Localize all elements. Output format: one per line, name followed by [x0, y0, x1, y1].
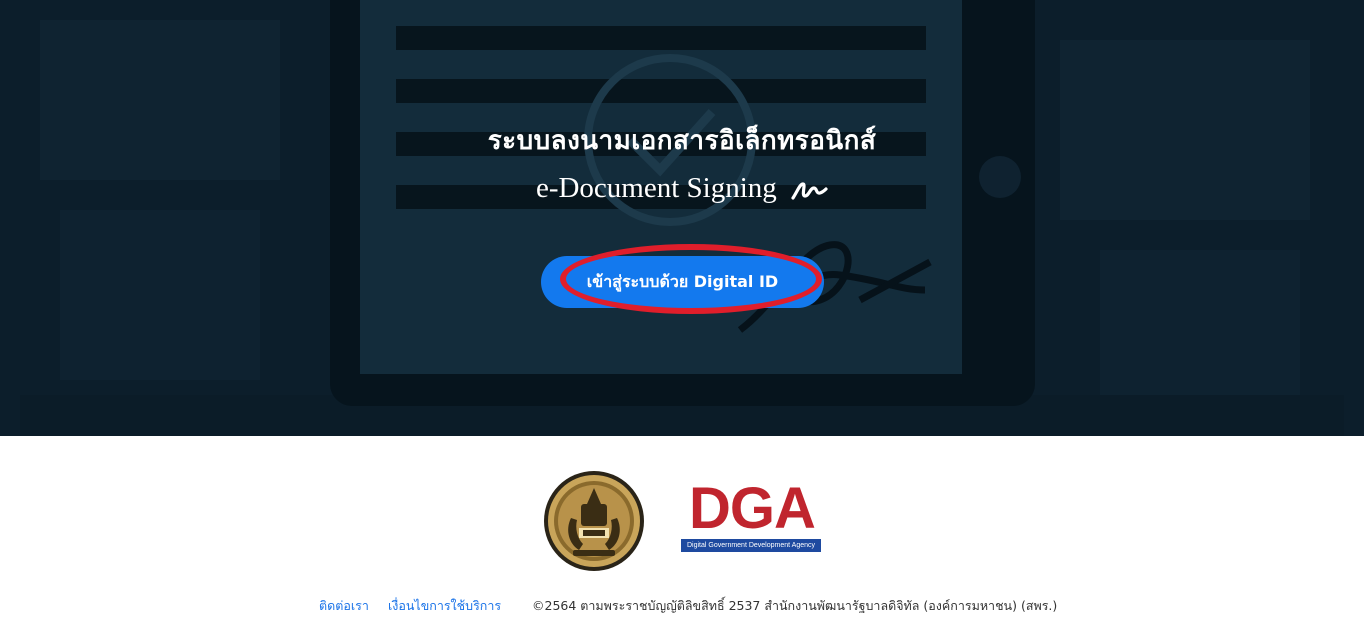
subtitle-text: e-Document Signing — [535, 172, 777, 204]
hero-banner: ระบบลงนามเอกสารอิเล็กทรอนิกส์ e-Document… — [0, 0, 1364, 436]
page-title: ระบบลงนามเอกสารอิเล็กทรอนิกส์ — [487, 126, 877, 156]
contact-link[interactable]: ติดต่อเรา — [319, 596, 369, 616]
footer: ติดต่อเรา เงื่อนไขการใช้บริการ ©2564 ตาม… — [0, 596, 1364, 616]
signature-icon — [791, 182, 828, 200]
login-digital-id-button[interactable]: เข้าสู่ระบบด้วย Digital ID — [541, 256, 824, 308]
tablet-document-illustration — [0, 0, 1364, 436]
dga-logo-tagline: Digital Government Development Agency — [681, 539, 821, 552]
login-button-wrapper: เข้าสู่ระบบด้วย Digital ID — [541, 244, 824, 314]
terms-link[interactable]: เงื่อนไขการใช้บริการ — [388, 596, 501, 616]
dga-logo-text: DGA — [689, 476, 816, 541]
government-seal-logo — [544, 471, 644, 571]
dga-logo: DGA Digital Government Development Agenc… — [681, 478, 823, 554]
partner-logos: DGA Digital Government Development Agenc… — [0, 466, 1364, 576]
page-subtitle: e-Document Signing — [0, 172, 1364, 205]
copyright-text: ©2564 ตามพระราชบัญญัติลิขสิทธิ์ 2537 สำน… — [532, 598, 1058, 613]
